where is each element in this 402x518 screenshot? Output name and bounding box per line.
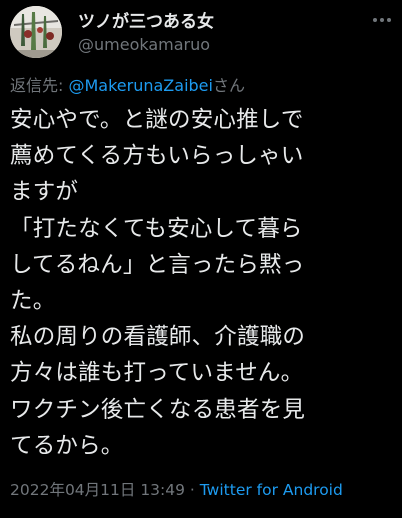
more-options-icon[interactable] bbox=[370, 10, 394, 30]
avatar[interactable] bbox=[10, 6, 62, 58]
user-handle[interactable]: @umeokamaruo bbox=[78, 35, 210, 54]
avatar-image bbox=[10, 6, 62, 58]
tweet-meta: 2022年04月11日 13:49 · Twitter for Android bbox=[10, 478, 343, 500]
tweet-timestamp[interactable]: 2022年04月11日 13:49 bbox=[10, 481, 185, 499]
tweet-line: 「打たなくても安心して暮ら bbox=[10, 215, 303, 242]
tweet-card: ツノが三つある女 @umeokamaruo 返信先: @MakerunaZaib… bbox=[0, 0, 402, 518]
reply-mention-link[interactable]: @MakerunaZaibei bbox=[68, 76, 212, 95]
reply-suffix: さん bbox=[212, 76, 245, 95]
meta-separator: · bbox=[185, 481, 200, 499]
tweet-source-link[interactable]: Twitter for Android bbox=[200, 481, 343, 499]
reply-prefix: 返信先: bbox=[10, 76, 69, 95]
tweet-line: 安心やで。と謎の安心推しで bbox=[10, 107, 304, 133]
display-name[interactable]: ツノが三つある女 bbox=[78, 7, 214, 32]
reply-to-line: 返信先: @MakerunaZaibeiさん bbox=[10, 72, 245, 96]
tweet-line: してるねん」と言ったら黙っ bbox=[10, 251, 305, 278]
tweet-text: 安心やで。と謎の安心推しで 薦めてくる方もいらっしゃい ますが 「打たなくても安… bbox=[10, 102, 398, 464]
tweet-line: ワクチン後亡くなる患者を見 bbox=[10, 396, 306, 423]
tweet-line: 方々は誰も打っていません。 bbox=[10, 360, 304, 387]
tweet-line: てるから。 bbox=[10, 432, 124, 459]
tweet-line: 薦めてくる方もいらっしゃい bbox=[10, 143, 304, 170]
tweet-line: ますが bbox=[10, 179, 79, 206]
tweet-line: 私の周りの看護師、介護職の bbox=[10, 324, 306, 351]
tweet-line: た。 bbox=[10, 288, 56, 315]
